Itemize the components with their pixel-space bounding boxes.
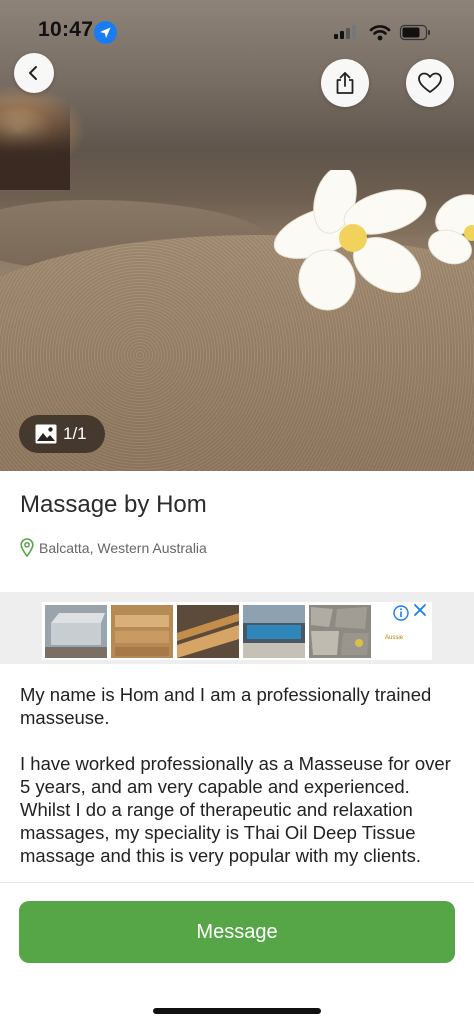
listing-description: My name is Hom and I am a professionally… <box>20 683 460 883</box>
home-indicator <box>153 1008 321 1014</box>
photo-candle <box>0 100 70 190</box>
ad-image-timber <box>111 605 173 658</box>
ad-image-workshop <box>177 605 239 658</box>
listing-title: Massage by Hom <box>20 491 207 518</box>
back-button[interactable] <box>14 53 54 93</box>
image-icon <box>35 424 57 444</box>
location-text: Balcatta, Western Australia <box>39 539 207 556</box>
ad-info-icon[interactable] <box>393 605 409 621</box>
battery-icon <box>399 24 430 41</box>
image-counter[interactable]: 1/1 <box>19 415 105 453</box>
share-button[interactable] <box>321 59 369 107</box>
location-services-icon <box>94 21 117 44</box>
status-time: 10:47 <box>38 18 94 41</box>
ad-close-icon[interactable] <box>413 603 427 617</box>
frangipani-flower <box>273 170 427 311</box>
ad-banner[interactable]: Aussie <box>42 602 432 660</box>
cellular-signal-icon <box>334 25 356 39</box>
image-counter-text: 1/1 <box>63 424 87 443</box>
status-bar: 10:47 <box>0 0 474 60</box>
ad-image-stone <box>309 605 371 658</box>
description-fade <box>0 862 474 884</box>
listing-photo[interactable] <box>0 0 474 471</box>
ad-image-pool <box>243 605 305 658</box>
status-icons <box>334 24 430 41</box>
description-paragraph: I have worked professionally as a Masseu… <box>20 753 451 866</box>
ad-brand-logo: Aussie <box>385 635 404 641</box>
heart-icon <box>418 72 442 93</box>
map-pin-icon <box>20 538 34 557</box>
divider <box>0 882 474 883</box>
ad-image-pavers <box>45 605 107 658</box>
description-paragraph: My name is Hom and I am a professionally… <box>20 684 432 728</box>
share-icon <box>336 72 354 94</box>
message-button[interactable]: Message <box>19 901 455 963</box>
wifi-icon <box>369 25 391 41</box>
listing-location: Balcatta, Western Australia <box>20 538 207 557</box>
favorite-button[interactable] <box>406 59 454 107</box>
chevron-left-icon <box>29 66 37 80</box>
frangipani-flower-partial <box>428 194 474 265</box>
